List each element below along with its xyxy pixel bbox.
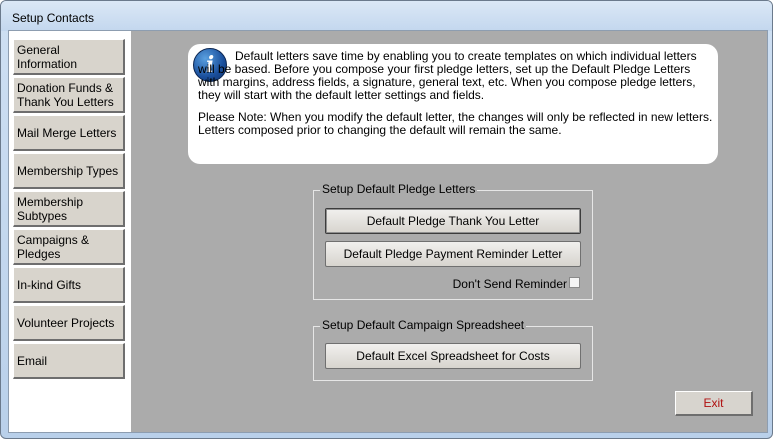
title-bar[interactable]: Setup Contacts (1, 1, 772, 31)
sidebar: General Information Donation Funds & Tha… (9, 31, 131, 432)
sidebar-item-label: In-kind Gifts (17, 277, 82, 292)
sidebar-item-label: Donation Funds & Thank You Letters (17, 80, 114, 109)
window-title: Setup Contacts (12, 11, 95, 25)
pledge-thank-you-letter-button[interactable]: Default Pledge Thank You Letter (325, 208, 581, 234)
info-paragraph-default-letters: Default letters save time by enabling yo… (198, 49, 697, 102)
dont-send-reminder-checkbox[interactable] (569, 277, 580, 288)
sidebar-item-mail-merge-letters[interactable]: Mail Merge Letters (13, 115, 125, 151)
sidebar-item-in-kind-gifts[interactable]: In-kind Gifts (13, 267, 125, 303)
sidebar-item-label: Mail Merge Letters (17, 125, 117, 140)
pledge-letters-legend: Setup Default Pledge Letters (320, 182, 478, 196)
sidebar-item-donation-funds[interactable]: Donation Funds & Thank You Letters (13, 77, 125, 113)
info-panel: i Default letters save time by enabling … (188, 44, 718, 164)
pledge-letters-group: Setup Default Pledge Letters Default Ple… (313, 182, 593, 300)
sidebar-item-campaigns-pledges[interactable]: Campaigns & Pledges (13, 229, 125, 265)
sidebar-item-label: Membership Types (17, 163, 119, 178)
sidebar-item-membership-subtypes[interactable]: Membership Subtypes (13, 191, 125, 227)
sidebar-item-label: Volunteer Projects (17, 315, 115, 330)
sidebar-item-email[interactable]: Email (13, 343, 125, 379)
campaign-spreadsheet-legend: Setup Default Campaign Spreadsheet (320, 318, 527, 332)
pledge-payment-reminder-letter-button[interactable]: Default Pledge Payment Reminder Letter (325, 241, 581, 267)
setup-contacts-window: Setup Contacts General Information Donat… (0, 0, 773, 439)
sidebar-item-label: Campaigns & Pledges (17, 232, 90, 261)
info-paragraph-note: Please Note: When you modify the default… (198, 110, 713, 137)
main-panel: i Default letters save time by enabling … (131, 31, 767, 432)
excel-spreadsheet-costs-button[interactable]: Default Excel Spreadsheet for Costs (325, 343, 581, 369)
info-text: Default letters save time by enabling yo… (198, 50, 713, 146)
dont-send-reminder-label: Don't Send Reminder (452, 277, 567, 291)
sidebar-item-label: Email (17, 353, 48, 368)
campaign-spreadsheet-group: Setup Default Campaign Spreadsheet Defau… (313, 318, 593, 381)
sidebar-item-membership-types[interactable]: Membership Types (13, 153, 125, 189)
sidebar-item-label: Membership Subtypes (17, 194, 84, 223)
sidebar-item-label: General Information (17, 42, 78, 71)
exit-button[interactable]: Exit (675, 391, 753, 416)
window-client-area: General Information Donation Funds & Tha… (8, 30, 768, 433)
sidebar-item-general-information[interactable]: General Information (13, 39, 125, 75)
sidebar-item-volunteer-projects[interactable]: Volunteer Projects (13, 305, 125, 341)
